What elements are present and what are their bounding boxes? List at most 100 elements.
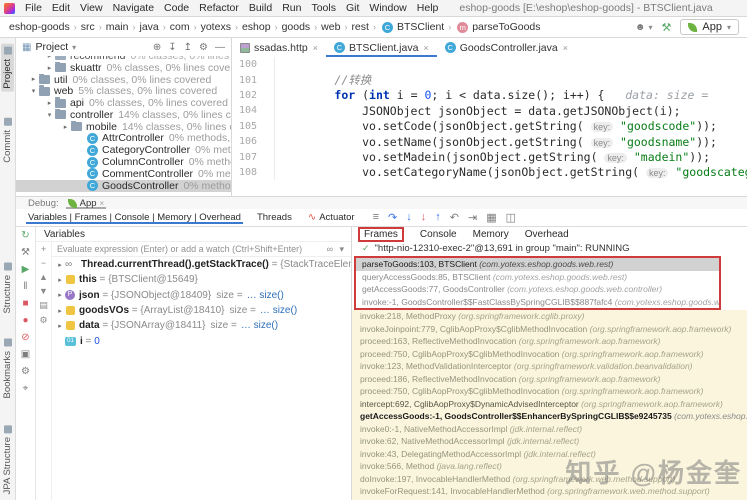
variable-row[interactable]: ▸ Thread.currentThread().getStackTrace()… <box>52 257 351 272</box>
tab-actuator[interactable]: ∿ Actuator <box>306 211 357 224</box>
tree-expand-icon[interactable]: ▸ <box>55 322 65 330</box>
breakpoint-gutter[interactable] <box>260 164 275 181</box>
thread-dump-button[interactable]: ▣ <box>21 349 30 361</box>
tab-close-icon[interactable]: × <box>423 43 428 53</box>
breakpoint-gutter[interactable] <box>260 103 275 119</box>
variable-row[interactable]: ▸ this = {BTSClient@15649} <box>52 272 351 287</box>
lazy-size-link[interactable]: … size() <box>260 305 297 316</box>
tab-threads[interactable]: Threads <box>255 211 294 224</box>
breadcrumb-item[interactable]: eshop <box>241 21 272 33</box>
menu-item[interactable]: Edit <box>47 2 75 14</box>
menu-item[interactable]: Code <box>159 2 194 14</box>
stack-frame-row[interactable]: invoke:-1, GoodsController$$FastClassByS… <box>356 296 719 309</box>
duplicate-watch-button[interactable]: ▤ <box>39 300 48 311</box>
editor-tab[interactable]: ssadas.http × <box>232 38 326 57</box>
tab-close-icon[interactable]: × <box>100 199 105 208</box>
stack-frame-row[interactable]: invoke:218, MethodProxy (org.springframe… <box>354 310 747 323</box>
variable-row[interactable]: ▸ data = {JSONArray@18411} size = … size… <box>52 318 351 333</box>
editor-tab[interactable]: BTSClient.java × <box>326 38 437 57</box>
variable-row[interactable]: ▸ json = {JSONObject@18409} size = … siz… <box>52 288 351 303</box>
code-area[interactable]: 100 101 //转换 102 for (int i = 0; i < dat… <box>232 57 747 196</box>
expand-all-icon[interactable]: ↧ <box>168 42 176 53</box>
tree-expand-icon[interactable]: ▸ <box>28 75 39 83</box>
menu-item[interactable]: Tools <box>306 2 341 14</box>
line-number[interactable]: 100 <box>232 59 260 70</box>
lazy-size-link[interactable]: … size() <box>241 320 278 331</box>
rerun-button[interactable]: ↻ <box>21 230 29 242</box>
step-into-icon[interactable]: ↓ <box>406 211 412 224</box>
tree-expand-icon[interactable]: ▸ <box>55 261 65 269</box>
tab-debugger[interactable]: Variables | Frames | Console | Memory | … <box>26 211 243 224</box>
stack-frame-row[interactable]: queryAccessGoods:85, BTSClient (com.yote… <box>356 271 719 284</box>
line-number[interactable]: 101 <box>232 75 260 86</box>
breadcrumb-item[interactable]: rest <box>350 21 370 33</box>
tree-expand-icon[interactable]: ▸ <box>44 56 55 60</box>
line-number[interactable]: 108 <box>232 167 260 178</box>
breadcrumb-item[interactable]: main <box>105 21 130 33</box>
stack-frame-row[interactable]: invoke:123, MethodValidationInterceptor … <box>354 360 747 373</box>
run-configuration-select[interactable]: App ▾ <box>680 19 739 35</box>
tree-expand-icon[interactable]: ▸ <box>55 276 65 284</box>
stack-frame-row[interactable]: invoke0:-1, NativeMethodAccessorImpl (jd… <box>354 423 747 436</box>
resume-button[interactable]: ▶ <box>22 264 30 276</box>
menu-item[interactable]: Help <box>412 2 444 14</box>
profile-button[interactable]: ☻ ▾ <box>635 21 653 33</box>
move-watch-down-button[interactable]: ▼ <box>39 286 48 296</box>
tab-close-icon[interactable]: × <box>313 43 318 53</box>
step-out-icon[interactable]: ↑ <box>435 211 441 224</box>
breadcrumb-item[interactable]: goods <box>281 21 312 33</box>
run-to-cursor-icon[interactable]: ⇥ <box>468 211 477 224</box>
add-watch-button[interactable]: + <box>41 244 46 254</box>
breadcrumb-item[interactable]: src <box>80 21 96 33</box>
move-watch-up-button[interactable]: ▲ <box>39 272 48 282</box>
pause-button[interactable]: ‖ <box>23 281 27 293</box>
tree-row[interactable]: ColumnController 0% methods, 5% lines co… <box>16 156 231 168</box>
watch-history-icon[interactable]: ∞ ▾ <box>327 244 346 255</box>
stack-frame-row[interactable]: proceed:186, ReflectiveMethodInvocation … <box>354 373 747 386</box>
breakpoint-gutter[interactable] <box>260 149 275 165</box>
stack-frame-row[interactable]: invokeJoinpoint:779, CglibAopProxy$Cglib… <box>354 323 747 336</box>
line-number[interactable]: 102 <box>232 90 260 101</box>
drop-frame-icon[interactable]: ↶ <box>450 211 459 224</box>
view-breakpoints-button[interactable]: ● <box>22 315 28 327</box>
stack-frame-row[interactable]: proceed:750, CglibAopProxy$CglibMethodIn… <box>354 385 747 398</box>
force-step-into-icon[interactable]: ↓ <box>421 211 427 224</box>
modify-run-configuration-button[interactable]: ⚒ <box>21 247 30 259</box>
stack-frame-row[interactable]: parseToGoods:103, BTSClient (com.yotexs.… <box>356 258 719 271</box>
breakpoint-gutter[interactable] <box>260 72 275 88</box>
tool-window-button[interactable]: Structure <box>2 263 13 314</box>
tree-row[interactable]: ▸ mobile 14% classes, 0% lines covered <box>16 120 231 133</box>
tree-row[interactable]: ▸ skuattr 0% classes, 0% lines covered <box>16 61 231 74</box>
menu-item[interactable]: Window <box>364 2 411 14</box>
settings-icon[interactable]: ⚙ <box>199 42 208 53</box>
remove-watch-button[interactable]: − <box>41 258 46 268</box>
menu-item[interactable]: Navigate <box>108 2 159 14</box>
menu-item[interactable]: File <box>20 2 47 14</box>
tree-row[interactable]: ▾ web 5% classes, 0% lines covered <box>16 85 231 97</box>
line-number[interactable]: 104 <box>232 105 260 116</box>
editor-tab[interactable]: GoodsController.java × <box>437 38 576 57</box>
stack-frame-row[interactable]: getAccessGoods:-1, GoodsController$$Enha… <box>354 410 747 423</box>
stack-frame-row[interactable]: proceed:163, ReflectiveMethodInvocation … <box>354 335 747 348</box>
pin-button[interactable]: ⌖ <box>23 383 29 395</box>
menu-item[interactable]: Git <box>341 2 364 14</box>
breadcrumb-item[interactable]: eshop-goods <box>8 21 71 33</box>
breakpoint-gutter[interactable] <box>260 57 275 73</box>
evaluate-expression-icon[interactable]: ▦ <box>486 211 496 224</box>
tree-expand-icon[interactable]: ▸ <box>55 291 65 299</box>
project-panel-title[interactable]: Project <box>35 41 68 53</box>
tab-close-icon[interactable]: × <box>563 43 568 53</box>
frames-pane-tab[interactable]: Overhead <box>525 229 569 240</box>
debug-session-tab[interactable]: App × <box>66 198 107 209</box>
layout-menu-icon[interactable]: ≡ <box>373 211 379 224</box>
stack-frame-row[interactable]: invoke:62, NativeMethodAccessorImpl (jdk… <box>354 435 747 448</box>
tree-expand-icon[interactable]: ▸ <box>44 99 55 107</box>
breadcrumb-item[interactable]: yotexs <box>200 21 232 33</box>
tree-expand-icon[interactable]: ▸ <box>44 64 55 72</box>
menu-item[interactable]: View <box>75 2 108 14</box>
variable-row[interactable]: i = 0 <box>52 333 351 348</box>
breakpoint-gutter[interactable] <box>260 133 275 150</box>
tree-row[interactable]: CommentController 0% methods, 2% lines c… <box>16 168 231 180</box>
lazy-size-link[interactable]: … size() <box>247 290 284 301</box>
debug-settings-button[interactable]: ⚙ <box>21 366 30 378</box>
